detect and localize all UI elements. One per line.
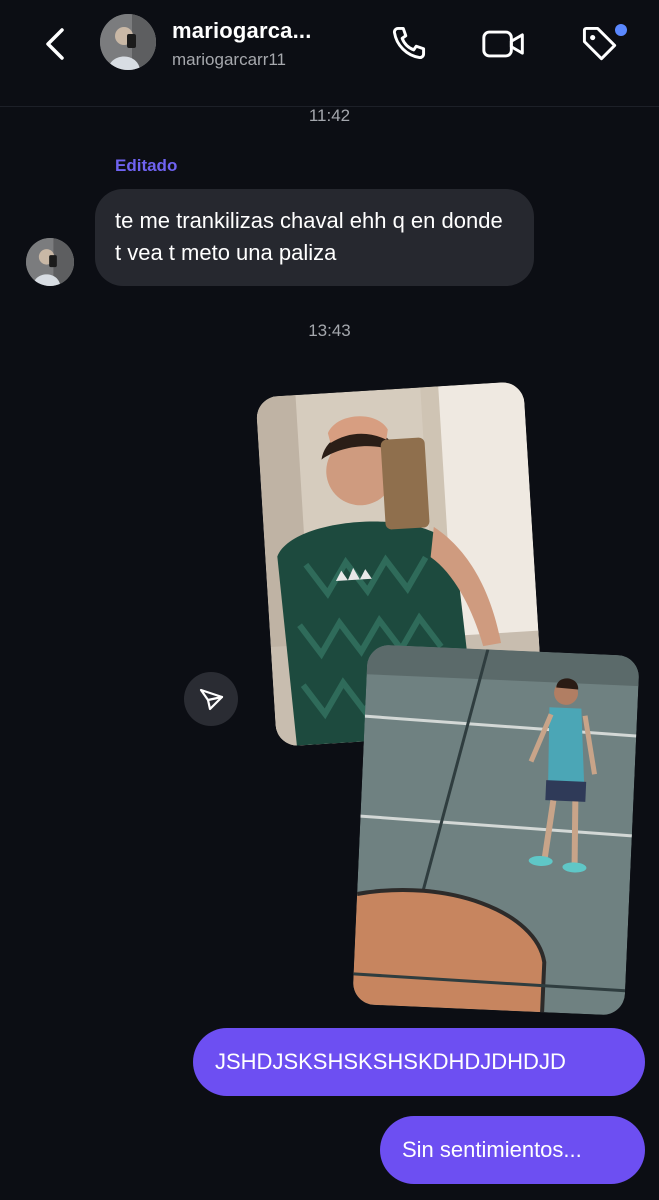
send-icon: [199, 688, 224, 711]
outgoing-message[interactable]: Sin sentimientos...: [380, 1116, 645, 1184]
photo-futsal-court[interactable]: [352, 644, 640, 1016]
notification-dot: [615, 24, 627, 36]
timestamp: 13:43: [308, 321, 351, 340]
outgoing-message-text: Sin sentimientos...: [402, 1137, 582, 1162]
call-button[interactable]: [386, 22, 430, 66]
incoming-message[interactable]: te me trankilizas chaval ehh q en donde …: [95, 189, 534, 286]
back-button[interactable]: [38, 24, 74, 64]
contact-name[interactable]: mariogarca...: [172, 18, 312, 44]
outgoing-message-text: JSHDJSKSHSKSHSKDHDJDHDJD: [215, 1049, 566, 1074]
timestamp: 11:42: [308, 106, 351, 125]
share-button[interactable]: [184, 672, 238, 726]
video-camera-icon: [482, 30, 524, 58]
video-call-button[interactable]: [480, 22, 524, 66]
outgoing-message[interactable]: JSHDJSKSHSKSHSKDHDJDHDJD: [193, 1028, 645, 1096]
chat-header: mariogarca... mariogarcarr11: [0, 0, 659, 107]
sender-avatar[interactable]: [26, 238, 74, 286]
chevron-left-icon: [46, 28, 64, 60]
edited-label: Editado: [115, 156, 178, 175]
contact-username: mariogarcarr11: [172, 50, 287, 69]
phone-icon: [392, 26, 426, 60]
contact-avatar[interactable]: [100, 14, 156, 70]
